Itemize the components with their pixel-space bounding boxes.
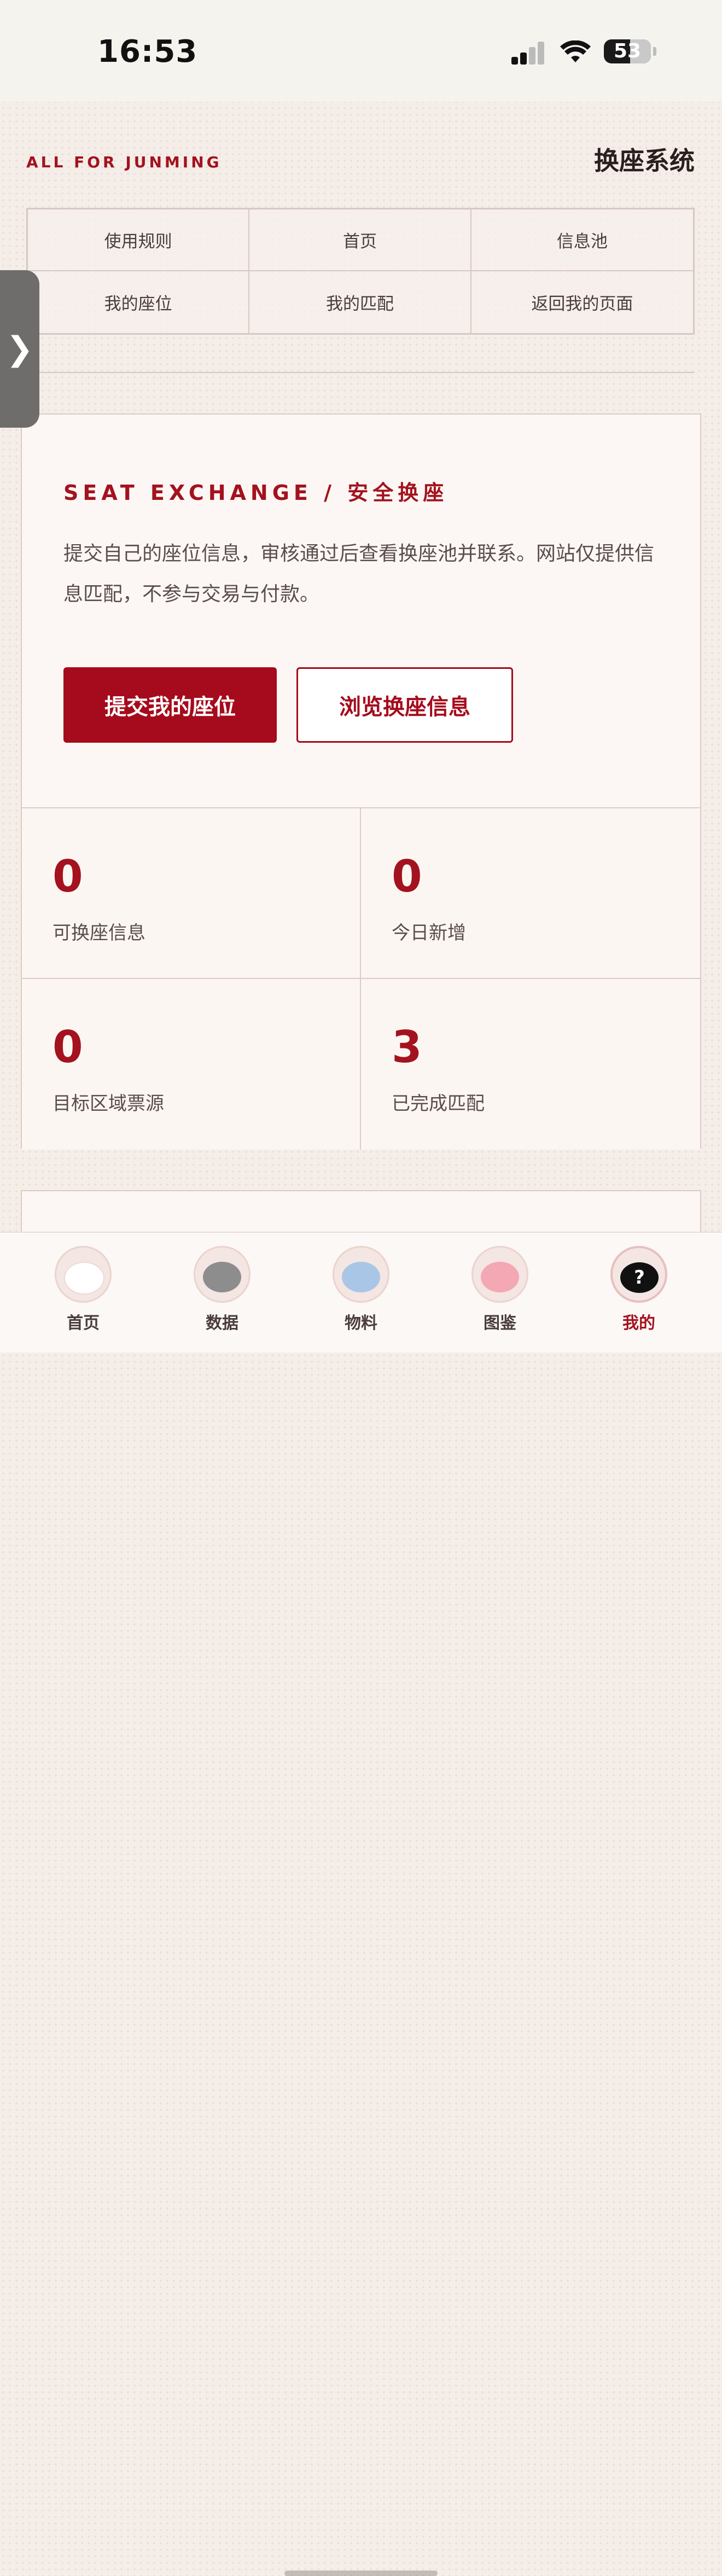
tab-label: 数据 <box>206 1314 238 1333</box>
wifi-icon <box>560 40 591 62</box>
chevron-right-icon: ❯ <box>5 330 34 368</box>
blue-mascot-icon <box>333 1246 389 1303</box>
tab-label: 图鉴 <box>484 1314 516 1333</box>
card-description: 提交自己的座位信息，审核通过后查看换座池并联系。网站仅提供信息匹配，不参与交易与… <box>63 543 655 605</box>
nav-my-seat[interactable]: 我的座位 <box>28 271 250 333</box>
stat-label: 目标区域票源 <box>53 1093 164 1115</box>
stat-label: 已完成匹配 <box>392 1093 485 1115</box>
stat-today-new: 0 今日新增 <box>361 808 700 979</box>
stat-label: 可换座信息 <box>53 922 145 944</box>
page-title: 换座系统 <box>594 146 695 176</box>
battery-cap <box>653 47 656 56</box>
nav-my-match[interactable]: 我的匹配 <box>249 271 471 333</box>
nav-info-pool[interactable]: 信息池 <box>471 209 693 271</box>
signal-icon <box>511 42 544 65</box>
white-mascot-icon <box>55 1246 112 1303</box>
status-bar: 16:53 53 <box>0 0 722 102</box>
browse-seats-button[interactable]: 浏览换座信息 <box>296 667 513 743</box>
pink-mascot-icon <box>471 1246 528 1303</box>
question-mascot-icon: ? <box>610 1246 667 1303</box>
stat-value: 0 <box>53 1022 83 1073</box>
tab-materials[interactable]: 物料 <box>317 1246 405 1350</box>
tab-home[interactable]: 首页 <box>39 1246 127 1350</box>
brand-label: ALL FOR JUNMING <box>26 153 222 171</box>
tab-label: 物料 <box>345 1314 377 1333</box>
stat-value: 0 <box>53 851 83 902</box>
stat-target-area: 0 目标区域票源 <box>22 979 361 1150</box>
status-time: 16:53 <box>97 34 198 69</box>
gray-mascot-icon <box>194 1246 251 1303</box>
side-drawer-handle[interactable]: ❯ <box>0 270 39 428</box>
stats-grid: 0 可换座信息 0 今日新增 0 目标区域票源 3 已完成匹配 <box>22 807 700 1150</box>
submit-seat-button[interactable]: 提交我的座位 <box>63 667 277 743</box>
stat-label: 今日新增 <box>392 922 466 944</box>
tab-bar: 首页 数据 物料 图鉴 ? 我的 <box>0 1232 722 2576</box>
nav-grid: 使用规则 首页 信息池 我的座位 我的匹配 返回我的页面 <box>26 208 695 335</box>
stat-available: 0 可换座信息 <box>22 808 361 979</box>
tab-gallery[interactable]: 图鉴 <box>456 1246 544 1350</box>
nav-rules[interactable]: 使用规则 <box>28 209 250 271</box>
stat-value: 3 <box>392 1022 422 1073</box>
battery-icon: 53 <box>604 39 651 63</box>
stat-completed: 3 已完成匹配 <box>361 979 700 1150</box>
stat-value: 0 <box>392 851 422 902</box>
tab-label: 我的 <box>622 1314 655 1333</box>
battery-level: 53 <box>613 40 642 62</box>
nav-back-my-page[interactable]: 返回我的页面 <box>471 271 693 333</box>
card-kicker: SEAT EXCHANGE / 安全换座 <box>63 481 449 505</box>
tab-label: 首页 <box>67 1314 100 1333</box>
tab-data[interactable]: 数据 <box>178 1246 266 1350</box>
home-indicator <box>284 2571 438 2576</box>
seat-exchange-card: SEAT EXCHANGE / 安全换座 提交自己的座位信息，审核通过后查看换座… <box>21 413 701 1150</box>
nav-home[interactable]: 首页 <box>249 209 471 271</box>
tab-mine[interactable]: ? 我的 <box>595 1246 683 1350</box>
divider <box>26 372 695 373</box>
